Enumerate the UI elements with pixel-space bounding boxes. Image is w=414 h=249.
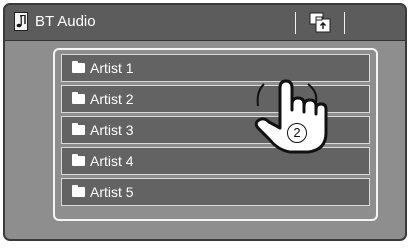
step-number-badge: 2 [287,123,307,143]
folder-icon [72,61,85,73]
list-item[interactable]: Artist 4 [61,147,370,175]
music-note-icon [14,12,28,31]
page-title: BT Audio [35,13,96,30]
list-item-label: Artist 3 [90,122,134,138]
folder-list-items: Artist 1 Artist 2 Artist 3 Artist 4 Arti… [61,54,370,209]
list-item-label: Artist 1 [90,60,134,76]
header-bar: BT Audio [5,5,405,41]
list-item[interactable]: Artist 2 [61,85,370,113]
list-item-label: Artist 5 [90,184,134,200]
bt-audio-screen: BT Audio Artist 1 Artist 2 Artist 3 Arti… [3,3,407,241]
header-divider [344,12,345,34]
list-item-label: Artist 2 [90,91,134,107]
folder-icon [72,185,85,197]
folder-icon [72,154,85,166]
folder-up-icon [309,12,331,33]
folder-icon [72,92,85,104]
folder-icon [72,123,85,135]
folder-list: Artist 1 Artist 2 Artist 3 Artist 4 Arti… [53,48,378,221]
header-divider [295,12,296,34]
list-item-label: Artist 4 [90,153,134,169]
list-item[interactable]: Artist 1 [61,54,370,82]
folder-up-button[interactable] [301,10,339,36]
list-item[interactable]: Artist 3 [61,116,370,144]
list-item[interactable]: Artist 5 [61,178,370,206]
